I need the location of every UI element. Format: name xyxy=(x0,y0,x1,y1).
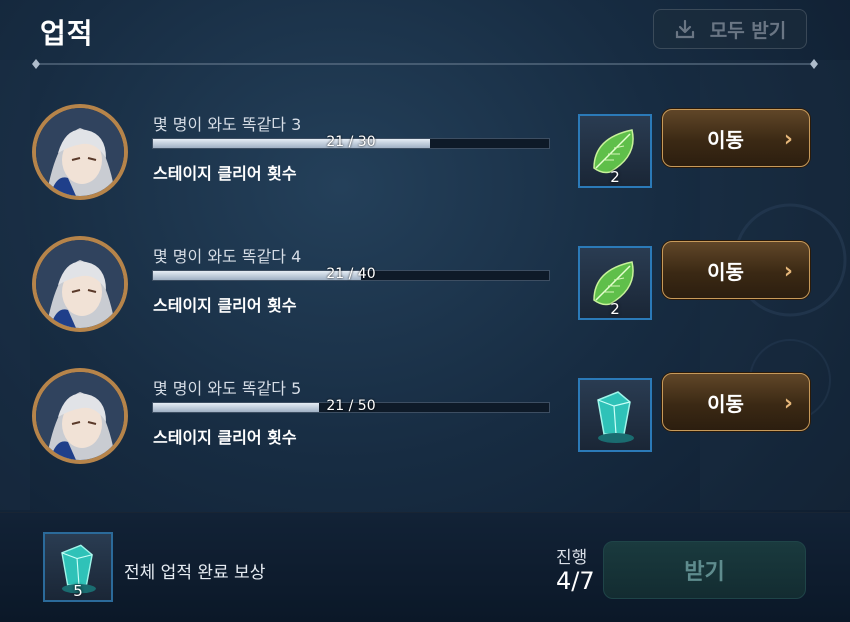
chevron-right-icon: › xyxy=(783,391,793,416)
achievement-description: 스테이지 클리어 횟수 xyxy=(153,164,297,183)
achievement-row: 몇 명이 와도 똑같다 5 21 / 50 스테이지 클리어 횟수 이동 › xyxy=(0,368,850,498)
progress-bar: 21 / 30 xyxy=(152,134,550,150)
move-button[interactable]: 이동 › xyxy=(662,241,810,299)
progress-text: 21 / 40 xyxy=(326,266,376,282)
progress-label: 진행 xyxy=(556,548,588,568)
achievement-description: 스테이지 클리어 횟수 xyxy=(153,296,297,315)
chevron-right-icon: › xyxy=(783,259,793,284)
footer-panel: 5 전체 업적 완료 보상 진행 4/7 받기 xyxy=(0,512,850,622)
move-button-label: 이동 xyxy=(707,391,744,416)
achievement-description: 스테이지 클리어 횟수 xyxy=(153,428,297,447)
achievement-name: 몇 명이 와도 똑같다 4 xyxy=(153,247,302,266)
reward-item[interactable] xyxy=(578,378,652,452)
character-portrait xyxy=(32,368,128,464)
total-reward-item[interactable]: 5 xyxy=(43,532,113,602)
claim-all-label: 모두 받기 xyxy=(709,19,787,42)
reward-item[interactable]: 2 xyxy=(578,246,652,320)
achievement-row: 몇 명이 와도 똑같다 3 21 / 30 스테이지 클리어 횟수 2 이동 › xyxy=(0,104,850,234)
reward-count: 2 xyxy=(610,168,620,186)
progress-value: 4/7 xyxy=(556,567,595,595)
header-divider xyxy=(32,59,818,69)
total-reward-label: 전체 업적 완료 보상 xyxy=(124,563,266,583)
move-button[interactable]: 이동 › xyxy=(662,109,810,167)
reward-count: 2 xyxy=(610,300,620,318)
total-reward-count: 5 xyxy=(73,582,83,600)
progress-bar: 21 / 50 xyxy=(152,398,550,414)
achievement-row: 몇 명이 와도 똑같다 4 21 / 40 스테이지 클리어 횟수 2 이동 › xyxy=(0,236,850,366)
achievement-name: 몇 명이 와도 똑같다 3 xyxy=(153,115,302,134)
progress-text: 21 / 30 xyxy=(326,134,376,150)
page-title: 업적 xyxy=(40,17,94,50)
download-icon xyxy=(675,19,694,39)
claim-button[interactable]: 받기 xyxy=(603,541,806,599)
move-button-label: 이동 xyxy=(707,259,744,284)
claim-all-button[interactable]: 모두 받기 xyxy=(653,9,807,49)
move-button-label: 이동 xyxy=(707,127,744,152)
reward-item[interactable]: 2 xyxy=(578,114,652,188)
move-button[interactable]: 이동 › xyxy=(662,373,810,431)
character-portrait xyxy=(32,236,128,332)
progress-bar: 21 / 40 xyxy=(152,266,550,282)
crystal-icon xyxy=(597,391,634,443)
achievement-name: 몇 명이 와도 똑같다 5 xyxy=(153,379,302,398)
chevron-right-icon: › xyxy=(783,127,793,152)
character-portrait xyxy=(32,104,128,200)
progress-text: 21 / 50 xyxy=(326,398,376,414)
